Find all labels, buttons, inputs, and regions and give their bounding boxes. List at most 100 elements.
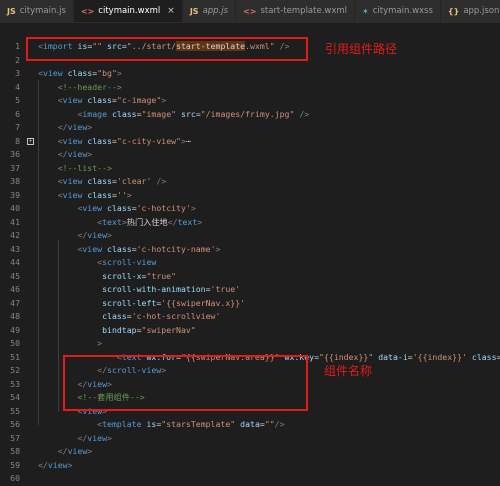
line-number: 47 (10, 297, 20, 308)
line-number: 3 (15, 68, 20, 78)
line-number: 36 (10, 149, 20, 159)
line-number: 52 (10, 365, 20, 375)
code-text: <view class='c-hotcity'> (38, 202, 196, 216)
code-line[interactable]: 43 <view class='c-hotcity-name'> (0, 243, 500, 257)
code-text: <template is="starsTemplate" data=""/> (38, 418, 284, 432)
code-token: class (87, 135, 112, 146)
code-line[interactable]: 47 scroll-left='{{swiperNav.x}}' (0, 297, 500, 311)
code-token: > (197, 216, 203, 227)
code-token: data (240, 419, 260, 429)
code-text: </view> (38, 121, 93, 135)
tab-app-js[interactable]: JS app.js (182, 0, 237, 22)
code-text: class='c-hot-scrollview' (38, 310, 220, 324)
code-text: <image class="image" src="/images/frimy.… (38, 108, 309, 122)
code-line[interactable]: 7 </view> (0, 121, 500, 135)
code-token: /> (156, 176, 167, 186)
code-token: view (87, 432, 108, 443)
code-line[interactable]: 57 </view> (0, 432, 500, 446)
code-line[interactable]: 46 scroll-with-animation='true' (0, 283, 500, 297)
code-token: 'c-hotcity-name' (136, 243, 216, 254)
code-line[interactable]: 6 <image class="image" src="/images/frim… (0, 108, 500, 122)
line-number: 39 (10, 189, 20, 200)
code-token: "" (264, 419, 275, 429)
line-number: 37 (10, 162, 20, 173)
code-line[interactable]: 5 <view class="c-image"> (0, 94, 500, 108)
code-text: bindtap="swiperNav" (38, 324, 196, 338)
file-type-icon: {} (447, 6, 460, 16)
code-line[interactable]: 45 scroll-x="true" (0, 270, 500, 284)
code-text: <view class='clear' /> (38, 175, 167, 189)
line-number: 58 (10, 446, 20, 456)
close-icon[interactable]: × (167, 6, 175, 16)
fold-expand-icon[interactable]: + (27, 137, 34, 145)
code-line[interactable]: 59 </view> (0, 459, 500, 473)
line-number: 50 (10, 338, 20, 348)
code-line[interactable]: 38 <view class='clear' /> (0, 175, 500, 189)
code-line[interactable]: 37 <!--list--> (0, 162, 500, 176)
code-line[interactable]: 50 > (0, 337, 500, 351)
tab-citymain-js[interactable]: JS citymain.js (0, 0, 74, 22)
tab-app-json[interactable]: {} app.json (440, 0, 500, 22)
code-line[interactable]: 58 </view> (0, 445, 500, 459)
code-token: view (67, 122, 88, 132)
code-token: view (87, 230, 108, 240)
line-number: 40 (10, 203, 20, 213)
line-number: 45 (10, 270, 20, 281)
code-token: scroll-left (102, 297, 157, 308)
tab-citymain-wxml[interactable]: <> citymain.wxml × (73, 0, 183, 22)
code-token: 'c-hot-scrollview' (131, 311, 221, 321)
line-number: 8 (15, 135, 20, 146)
code-token: 'clear' (116, 176, 152, 186)
line-number: 51 (10, 351, 20, 362)
code-token: text (177, 216, 198, 227)
code-text: > (38, 337, 102, 351)
code-token: > (97, 338, 103, 348)
code-text: </view> (38, 148, 93, 162)
template-highlight-box (63, 355, 308, 411)
code-line[interactable]: 41 <text>热门入住地</text> (0, 216, 500, 230)
line-number: 46 (10, 284, 20, 294)
code-line[interactable]: 42 </view> (0, 229, 500, 243)
code-line[interactable]: 3 <view class="bg"> (0, 67, 500, 81)
code-text: scroll-with-animation='true' (38, 283, 240, 297)
code-token: > (190, 203, 196, 213)
line-number: 4 (15, 81, 20, 92)
code-token: <!--list--> (57, 162, 112, 173)
code-line[interactable]: 48 class='c-hot-scrollview' (0, 310, 500, 324)
code-line[interactable]: 60 (0, 472, 500, 486)
tab-label: start-template.wxml (260, 6, 348, 16)
code-line[interactable]: 56 <template is="starsTemplate" data=""/… (0, 418, 500, 432)
code-line[interactable]: 44 <scroll-view (0, 256, 500, 270)
code-token: scroll-view (102, 257, 157, 267)
line-number: 1 (15, 41, 20, 51)
code-token: <!--header--> (57, 81, 122, 92)
code-line[interactable]: 8 + <view class="c-city-view">⋯ (0, 135, 500, 149)
code-line[interactable]: 49 bindtap="swiperNav" (0, 324, 500, 338)
code-text: <text>热门入住地</text> (38, 216, 202, 230)
tab-start-template-wxml[interactable]: <> start-template.wxml (236, 0, 356, 22)
code-text: <view class=''> (38, 189, 132, 203)
code-text: </view> (38, 432, 112, 446)
code-token: class (107, 243, 132, 254)
code-token: "image" (141, 108, 177, 119)
tab-citymain-wxss[interactable]: ✶ citymain.wxss (355, 0, 441, 22)
code-line[interactable]: 39 <view class=''> (0, 189, 500, 203)
line-number: 57 (10, 432, 20, 443)
code-token: view (47, 459, 68, 470)
code-line[interactable]: 4 <!--header--> (0, 81, 500, 95)
line-number: 59 (10, 459, 20, 470)
code-line[interactable]: 40 <view class='c-hotcity'> (0, 202, 500, 216)
code-token: '' (116, 189, 127, 200)
code-line[interactable]: 36 </view> (0, 148, 500, 162)
